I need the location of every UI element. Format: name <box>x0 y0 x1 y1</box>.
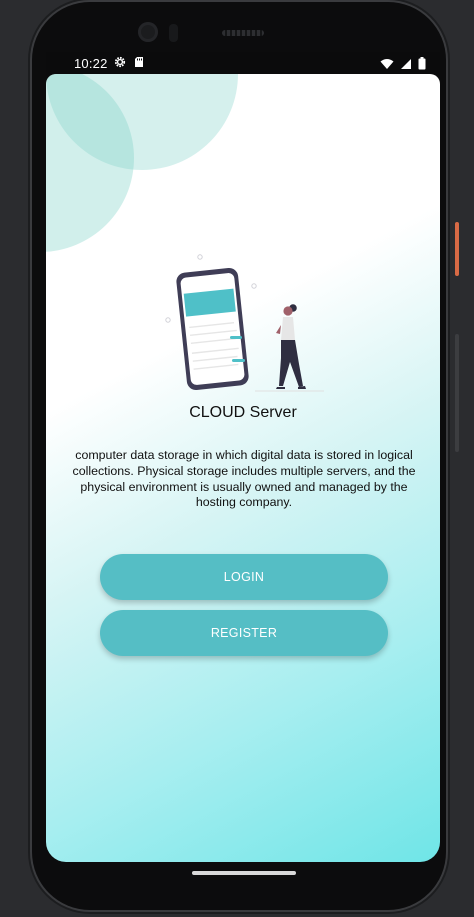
sensor-icon <box>169 24 178 42</box>
gear-icon <box>114 56 126 68</box>
cloud-server-illustration <box>165 254 324 392</box>
volume-button <box>455 334 459 452</box>
app-screen: CLOUD Server computer data storage in wh… <box>46 74 440 862</box>
power-button <box>455 222 459 276</box>
status-right-icons <box>380 57 426 70</box>
status-time: 10:22 <box>74 56 108 71</box>
teal-chip <box>232 359 245 362</box>
decor-dot <box>165 317 171 323</box>
status-left-icons <box>114 56 144 68</box>
signal-icon <box>401 58 411 69</box>
app-description: computer data storage in which digital d… <box>72 448 416 510</box>
decor-dot <box>197 254 203 260</box>
status-bar: 10:22 <box>46 52 440 76</box>
wifi-icon <box>380 58 394 69</box>
home-indicator[interactable] <box>192 871 296 875</box>
app-title: CLOUD Server <box>189 404 297 421</box>
decor-dot <box>251 283 257 289</box>
battery-icon <box>418 57 426 70</box>
sd-card-icon <box>135 57 143 67</box>
front-camera-icon <box>138 22 158 42</box>
woman-illustration <box>276 304 306 389</box>
teal-chip <box>230 336 242 339</box>
register-button[interactable]: REGISTER <box>100 610 388 656</box>
login-button[interactable]: LOGIN <box>100 554 388 600</box>
phone-illustration <box>176 267 249 390</box>
speaker-grille <box>222 30 264 36</box>
